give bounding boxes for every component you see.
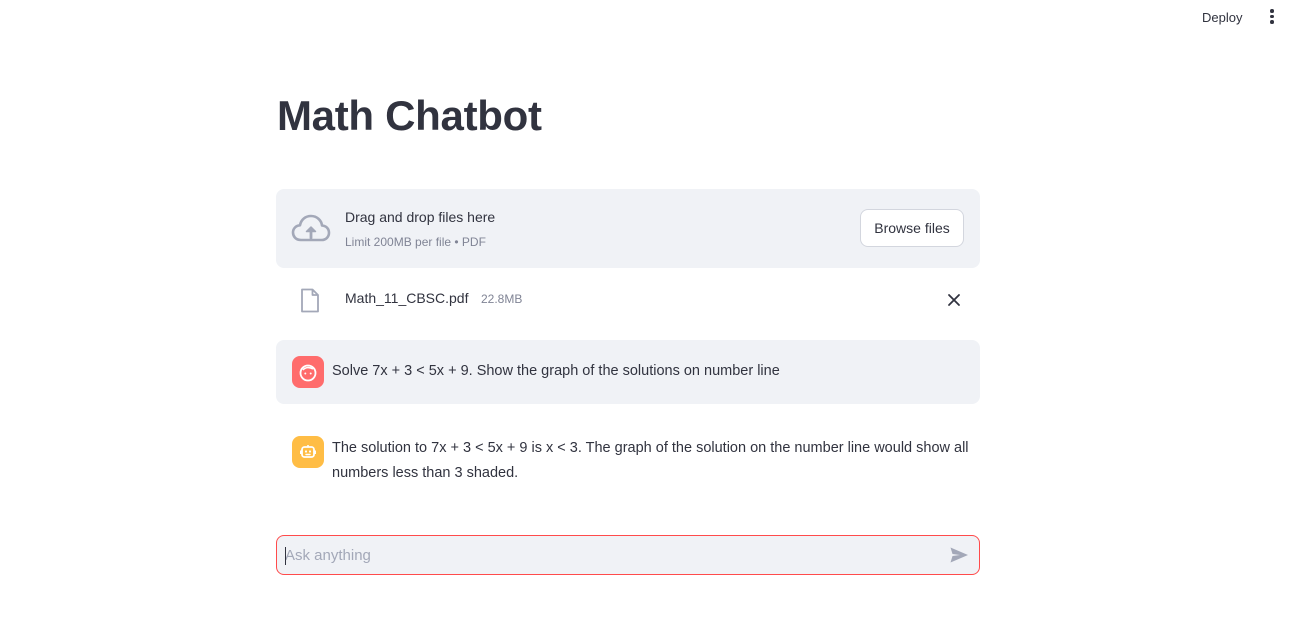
message-text: The solution to 7x + 3 < 5x + 9 is x < 3… bbox=[332, 440, 969, 481]
chat-input-container bbox=[276, 535, 980, 575]
chat-input[interactable] bbox=[285, 536, 925, 574]
file-dropzone[interactable]: Drag and drop files here Limit 200MB per… bbox=[276, 189, 980, 268]
dropzone-instruction: Drag and drop files here bbox=[345, 209, 496, 225]
uploaded-file-row: Math_11_CBSC.pdf 22.8MB bbox=[276, 280, 980, 320]
top-toolbar: Deploy bbox=[0, 0, 1291, 36]
dropzone-limits: Limit 200MB per file • PDF bbox=[345, 235, 486, 249]
text-caret bbox=[285, 547, 286, 565]
page-title: Math Chatbot bbox=[277, 92, 542, 139]
browse-files-button[interactable]: Browse files bbox=[860, 209, 964, 247]
robot-icon bbox=[300, 445, 316, 458]
file-name: Math_11_CBSC.pdf bbox=[345, 290, 469, 306]
send-icon[interactable] bbox=[949, 546, 969, 564]
file-size: 22.8MB bbox=[481, 292, 523, 306]
file-icon bbox=[301, 288, 319, 313]
cloud-upload-icon bbox=[291, 214, 331, 242]
deploy-button[interactable]: Deploy bbox=[1196, 8, 1248, 27]
close-icon[interactable] bbox=[946, 292, 962, 308]
chat-message-assistant: The solution to 7x + 3 < 5x + 9 is x < 3… bbox=[276, 340, 980, 500]
kebab-menu-icon[interactable] bbox=[1264, 9, 1280, 27]
assistant-avatar bbox=[292, 436, 324, 468]
